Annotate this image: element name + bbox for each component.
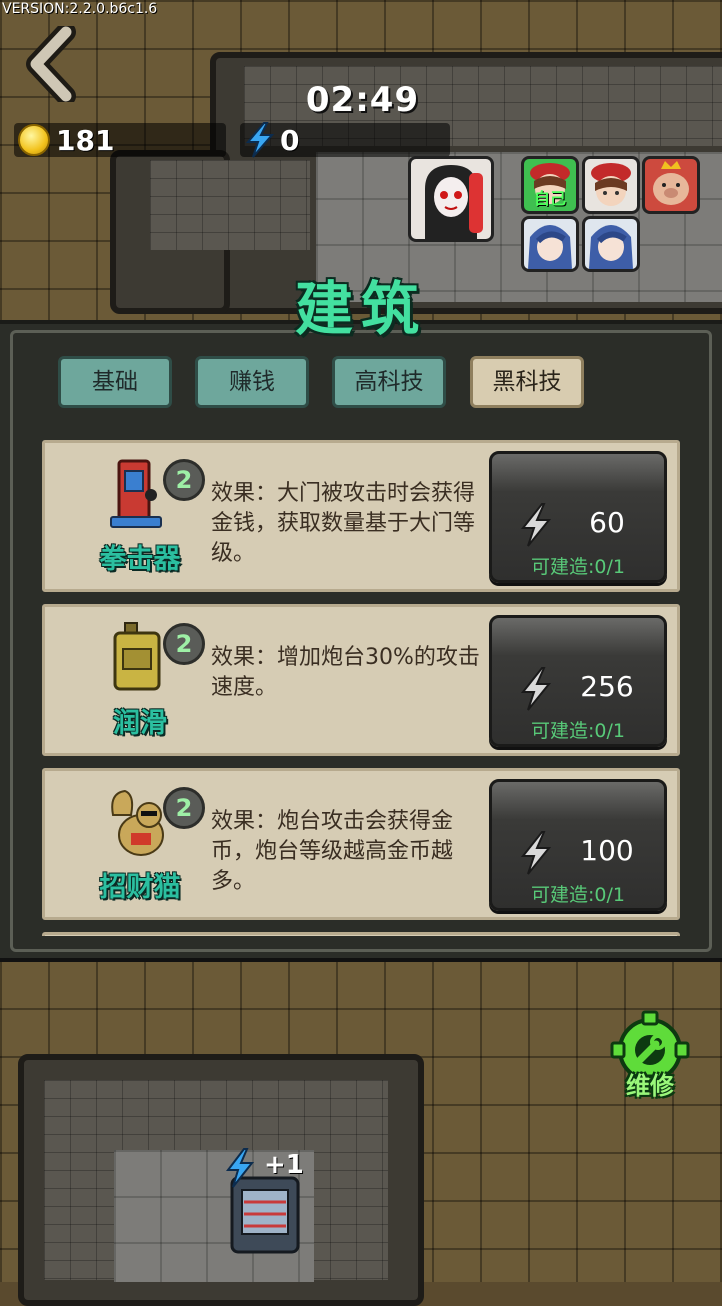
lightning-icon [520,831,552,875]
coin-icon [18,124,50,156]
building-card: 2 招财猫 效果：炮台攻击会获得金币，炮台等级越高金币越多。 100 可建造:0… [42,768,680,920]
repair-label: 维修 [626,1072,674,1100]
build-availability: 可建造:0/1 [531,884,625,906]
round-timer: 02:49 [305,80,420,120]
build-cost: 60 [589,506,625,539]
build-button[interactable]: 100 可建造:0/1 [489,779,667,911]
build-button[interactable]: 60 可建造:0/1 [489,451,667,583]
building-card: 2 拳击器 效果：大门被攻击时会获得金钱，获取数量基于大门等级。 60 可建造:… [42,440,680,592]
version-label: VERSION:2.2.0.b6c1.6 [2,1,158,17]
self-tag: 自己 [533,189,566,208]
avatar-girl[interactable] [582,156,640,214]
tab-earn-money[interactable]: 赚钱 [195,356,309,408]
lightning-icon [245,122,275,158]
punching-machine-icon [110,459,162,528]
panel-title-wrap: 建筑 [0,262,722,343]
panel-title: 建筑 [294,275,427,343]
build-availability: 可建造:0/1 [531,556,625,578]
lightning-icon [520,667,552,711]
build-cost: 100 [580,834,634,867]
avatar-pig-king[interactable] [642,156,700,214]
building-card-partial [42,932,680,936]
building-description: 效果：增加炮台30%的攻击速度。 [211,645,480,700]
build-availability: 可建造:0/1 [531,720,625,742]
avatar-self[interactable]: 自己 [521,156,579,214]
lightning-icon [225,1148,255,1188]
ghost-girl-icon [425,165,483,239]
building-card: 2 润滑 效果：增加炮台30%的攻击速度。 256 可建造:0/1 [42,604,680,756]
building-description: 效果：炮台攻击会获得金币，炮台等级越高金币越多。 [211,809,454,894]
build-button[interactable]: 256 可建造:0/1 [489,615,667,747]
tab-basic[interactable]: 基础 [58,356,172,408]
lucky-cat-icon [111,789,164,856]
building-list[interactable]: 2 拳击器 效果：大门被攻击时会获得金钱，获取数量基于大门等级。 60 可建造:… [42,440,680,936]
oil-can-icon [113,622,161,691]
girl-red-hat-icon [591,163,631,206]
energy-bonus-label: +1 [264,1150,304,1180]
building-name: 润滑 [113,708,167,739]
build-cost: 256 [580,670,634,703]
building-level-badge: 2 [163,623,205,665]
building-name: 拳击器 [99,544,181,575]
tab-black-tech[interactable]: 黑科技 [470,356,584,408]
back-arrow-icon[interactable] [22,26,78,102]
pig-king-icon [653,161,689,205]
left-corridor-bricks [150,160,310,250]
building-level-badge: 2 [163,459,205,501]
avatar-ghost-girl[interactable] [408,156,494,242]
building-name: 招财猫 [99,872,181,903]
building-description: 效果：大门被攻击时会获得金钱，获取数量基于大门等级。 [211,481,476,566]
category-tabs: 基础 赚钱 高科技 黑科技 [0,356,722,412]
lightning-icon [520,503,552,547]
tab-high-tech[interactable]: 高科技 [332,356,446,408]
energy-count: 0 [280,124,300,157]
building-level-badge: 2 [163,787,205,829]
coin-count: 181 [56,124,115,157]
